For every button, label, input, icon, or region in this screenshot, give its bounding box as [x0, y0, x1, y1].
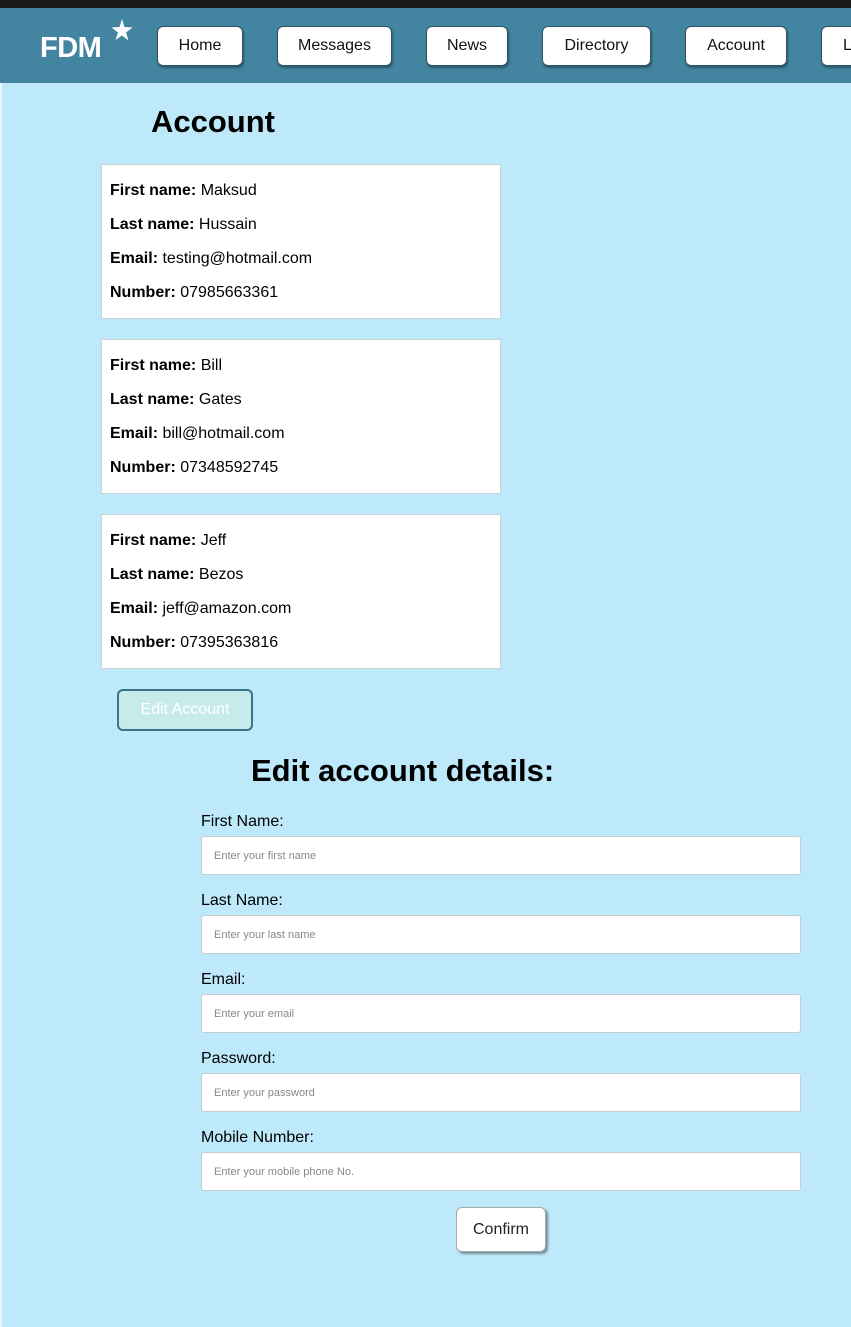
edit-form-title: Edit account details:: [251, 753, 555, 788]
email-value: bill@hotmail.com: [162, 425, 285, 442]
last-name-row: Last name: Bezos: [110, 566, 243, 584]
first-name-input[interactable]: [201, 836, 801, 875]
email-label: Email:: [110, 250, 159, 267]
email-label: Email:: [110, 425, 159, 442]
last-name-value: Gates: [198, 391, 242, 408]
fdm-logo[interactable]: FDM: [40, 19, 135, 66]
star-icon: [111, 19, 133, 41]
email-value: jeff@amazon.com: [162, 600, 292, 617]
last-name-row: Last name: Gates: [110, 391, 242, 409]
first-name-label: First name:: [110, 357, 197, 374]
account-card: First name: Bill Last name: Gates Email:…: [101, 339, 501, 494]
last-name-value: Bezos: [198, 566, 244, 583]
email-field-label: Email:: [201, 971, 246, 988]
nav-logout-button[interactable]: L: [821, 26, 851, 66]
edit-account-button[interactable]: Edit Account: [117, 689, 253, 731]
email-row: Email: testing@hotmail.com: [110, 250, 312, 268]
nav-news-button[interactable]: News: [426, 26, 508, 66]
first-name-row: First name: Jeff: [110, 532, 226, 550]
first-name-label: First name:: [110, 532, 197, 549]
mobile-number-input[interactable]: [201, 1152, 801, 1191]
number-value: 07348592745: [180, 459, 279, 476]
window-top-strip: [0, 0, 851, 8]
last-name-value: Hussain: [198, 216, 257, 233]
email-row: Email: bill@hotmail.com: [110, 425, 285, 443]
nav-home-button[interactable]: Home: [157, 26, 243, 66]
mobile-number-field-label: Mobile Number:: [201, 1129, 314, 1146]
last-name-label: Last name:: [110, 391, 195, 408]
last-name-row: Last name: Hussain: [110, 216, 257, 234]
number-row: Number: 07395363816: [110, 634, 278, 652]
first-name-value: Bill: [200, 357, 223, 374]
first-name-label: First name:: [110, 182, 197, 199]
first-name-row: First name: Bill: [110, 357, 222, 375]
first-name-value: Jeff: [200, 532, 227, 549]
password-input[interactable]: [201, 1073, 801, 1112]
email-value: testing@hotmail.com: [162, 250, 313, 267]
nav-directory-button[interactable]: Directory: [542, 26, 651, 66]
email-label: Email:: [110, 600, 159, 617]
first-name-row: First name: Maksud: [110, 182, 257, 200]
navbar: FDM Home Messages News Directory Account…: [0, 8, 851, 83]
last-name-label: Last name:: [110, 566, 195, 583]
first-name-field-label: First Name:: [201, 813, 284, 830]
password-field-label: Password:: [201, 1050, 276, 1067]
number-value: 07985663361: [180, 284, 279, 301]
number-row: Number: 07348592745: [110, 459, 278, 477]
page-edge: [0, 83, 2, 1327]
number-row: Number: 07985663361: [110, 284, 278, 302]
number-value: 07395363816: [180, 634, 279, 651]
last-name-field-label: Last Name:: [201, 892, 283, 909]
account-card: First name: Maksud Last name: Hussain Em…: [101, 164, 501, 319]
nav-account-button[interactable]: Account: [685, 26, 787, 66]
number-label: Number:: [110, 284, 176, 301]
logo-text: FDM: [40, 32, 102, 64]
last-name-input[interactable]: [201, 915, 801, 954]
number-label: Number:: [110, 459, 176, 476]
last-name-label: Last name:: [110, 216, 195, 233]
confirm-button[interactable]: Confirm: [456, 1207, 546, 1252]
nav-messages-button[interactable]: Messages: [277, 26, 392, 66]
email-input[interactable]: [201, 994, 801, 1033]
email-row: Email: jeff@amazon.com: [110, 600, 291, 618]
page-title: Account: [151, 104, 275, 139]
number-label: Number:: [110, 634, 176, 651]
account-card: First name: Jeff Last name: Bezos Email:…: [101, 514, 501, 669]
first-name-value: Maksud: [200, 182, 257, 199]
